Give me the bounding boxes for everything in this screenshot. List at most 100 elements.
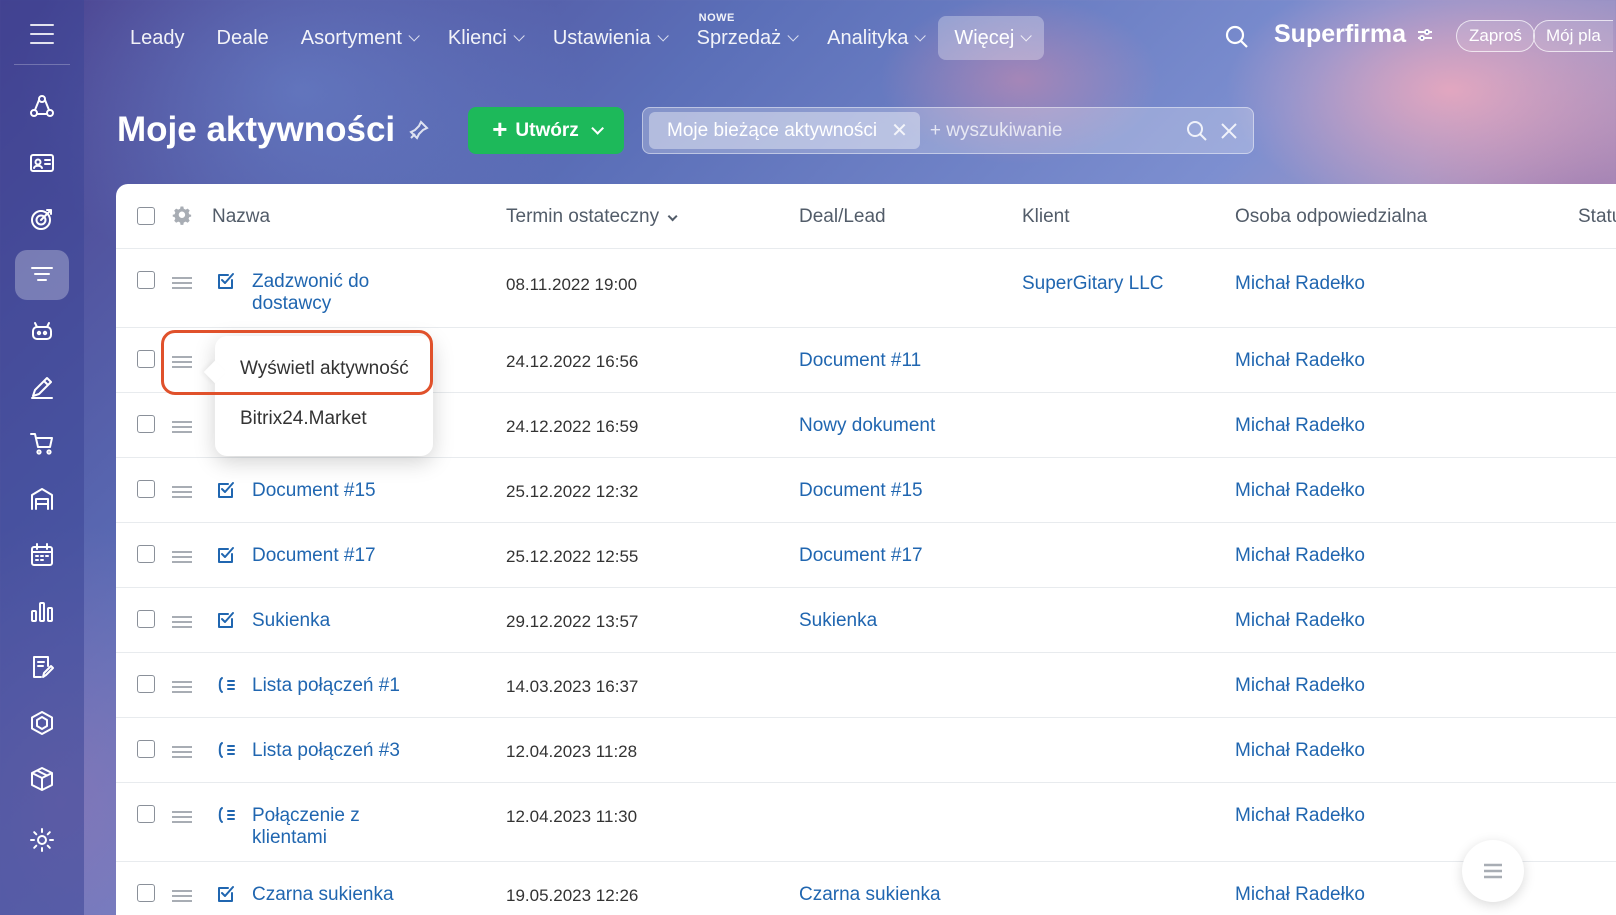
owner-link[interactable]: Michał Radełko (1235, 884, 1365, 906)
client-link[interactable]: SuperGitary LLC (1022, 273, 1164, 295)
col-client[interactable]: Klient (1022, 206, 1070, 228)
deal-link[interactable]: Sukienka (799, 610, 877, 632)
sidebar-item-documents[interactable] (15, 642, 69, 692)
owner-link[interactable]: Michał Radełko (1235, 740, 1365, 762)
sidebar-item-settings[interactable] (15, 815, 69, 865)
search-input[interactable] (929, 119, 1185, 142)
nav-item-3[interactable]: Klienci (432, 16, 537, 60)
row-checkbox[interactable] (137, 805, 155, 823)
col-deadline[interactable]: Termin ostateczny (506, 206, 678, 228)
chevron-down-icon (408, 30, 420, 42)
activity-name-link[interactable]: Lista połączeń #1 (252, 675, 402, 697)
task-check-icon (218, 612, 234, 628)
sidebar-item-activities[interactable] (15, 250, 69, 300)
owner-link[interactable]: Michał Radełko (1235, 273, 1365, 295)
owner-link[interactable]: Michał Radełko (1235, 480, 1365, 502)
deal-link[interactable]: Czarna sukienka (799, 884, 941, 906)
menu-item-view-activity[interactable]: Wyświetl aktywność (240, 358, 409, 380)
floating-menu-button[interactable] (1462, 840, 1524, 902)
activity-name-link[interactable]: Document #15 (252, 480, 402, 502)
nav-item-2[interactable]: Asortyment (285, 16, 432, 60)
company-name[interactable]: Superfirma (1274, 20, 1434, 49)
my-plan-button[interactable]: Mój pla (1533, 20, 1613, 52)
sidebar-item-catalog[interactable] (15, 754, 69, 804)
row-actions-handle[interactable] (172, 681, 192, 693)
nav-item-label: Asortyment (300, 26, 402, 49)
row-actions-handle[interactable] (172, 356, 192, 368)
nav-item-6[interactable]: Analityka (811, 16, 938, 60)
filter-search-box[interactable]: Moje bieżące aktywności ✕ (642, 107, 1254, 154)
nav-item-0[interactable]: Leady (114, 16, 201, 60)
row-actions-handle[interactable] (172, 277, 192, 289)
row-checkbox[interactable] (137, 415, 155, 433)
activity-type (216, 271, 236, 291)
row-actions-handle[interactable] (172, 890, 192, 902)
row-checkbox[interactable] (137, 350, 155, 368)
filter-tag[interactable]: Moje bieżące aktywności ✕ (649, 112, 920, 149)
row-checkbox[interactable] (137, 480, 155, 498)
row-actions-handle[interactable] (172, 421, 192, 433)
col-status[interactable]: Statu (1578, 206, 1616, 228)
invite-button[interactable]: Zaproś (1456, 20, 1535, 52)
row-checkbox[interactable] (137, 884, 155, 902)
sidebar-item-crm[interactable] (15, 82, 69, 132)
col-owner[interactable]: Osoba odpowiedzialna (1235, 206, 1427, 228)
grid-settings-button[interactable] (172, 206, 192, 226)
sidebar-item-sign[interactable] (15, 362, 69, 412)
row-checkbox[interactable] (137, 740, 155, 758)
row-actions-handle[interactable] (172, 486, 192, 498)
owner-link[interactable]: Michał Radełko (1235, 675, 1365, 697)
pin-icon[interactable] (409, 120, 429, 140)
nav-item-1[interactable]: Deale (201, 16, 285, 60)
sidebar-item-warehouse[interactable] (15, 474, 69, 524)
select-all-checkbox[interactable] (137, 207, 155, 225)
owner-link[interactable]: Michał Radełko (1235, 350, 1365, 372)
col-name[interactable]: Nazwa (212, 206, 270, 228)
menu-item-market[interactable]: Bitrix24.Market (240, 408, 367, 430)
sidebar-divider (14, 64, 70, 65)
row-actions-handle[interactable] (172, 551, 192, 563)
create-button[interactable]: + Utwórz (468, 107, 624, 154)
activity-name-link[interactable]: Lista połączeń #3 (252, 740, 402, 762)
remove-filter-icon[interactable]: ✕ (891, 118, 908, 143)
row-checkbox[interactable] (137, 675, 155, 693)
activity-name-link[interactable]: Document #17 (252, 545, 402, 567)
deal-link[interactable]: Nowy dokument (799, 415, 935, 437)
owner-link[interactable]: Michał Radełko (1235, 415, 1365, 437)
row-actions-handle[interactable] (172, 811, 192, 823)
nav-item-5[interactable]: NOWE Sprzedaż (681, 12, 812, 60)
row-actions-handle[interactable] (172, 746, 192, 758)
sidebar-item-analytics[interactable] (15, 586, 69, 636)
row-checkbox[interactable] (137, 271, 155, 289)
row-checkbox[interactable] (137, 545, 155, 563)
sidebar-item-shop[interactable] (15, 418, 69, 468)
sidebar-item-integrations[interactable] (15, 698, 69, 748)
nav-item-4[interactable]: Ustawienia (537, 16, 681, 60)
owner-link[interactable]: Michał Radełko (1235, 545, 1365, 567)
deal-link[interactable]: Document #15 (799, 480, 923, 502)
activity-name-link[interactable]: Połączenie z klientami (252, 805, 402, 849)
col-deal[interactable]: Deal/Lead (799, 206, 886, 228)
activity-name-link[interactable]: Czarna sukienka (252, 884, 402, 906)
activity-type (216, 740, 236, 760)
row-actions-handle[interactable] (172, 616, 192, 628)
row-checkbox[interactable] (137, 610, 155, 628)
activity-name-link[interactable]: Zadzwonić do dostawcy (252, 271, 402, 315)
activity-name-link[interactable]: Sukienka (252, 610, 402, 632)
sidebar-item-goals[interactable] (15, 194, 69, 244)
search-icon[interactable] (1185, 119, 1209, 143)
box-icon (31, 767, 53, 791)
nav-item-7[interactable]: Więcej (938, 16, 1045, 60)
owner-link[interactable]: Michał Radełko (1235, 805, 1365, 827)
menu-burger-icon[interactable] (30, 24, 54, 44)
chevron-down-icon (1020, 30, 1033, 42)
deal-link[interactable]: Document #17 (799, 545, 923, 567)
deal-link[interactable]: Document #11 (799, 350, 921, 372)
owner-link[interactable]: Michał Radełko (1235, 610, 1365, 632)
global-search-button[interactable] (1224, 24, 1252, 52)
clear-icon[interactable] (1217, 119, 1241, 143)
sidebar-item-contacts[interactable] (15, 138, 69, 188)
sidebar-item-calendar[interactable] (15, 530, 69, 580)
sidebar-item-robots[interactable] (15, 306, 69, 356)
deadline-cell: 19.05.2023 12:26 (506, 886, 639, 905)
